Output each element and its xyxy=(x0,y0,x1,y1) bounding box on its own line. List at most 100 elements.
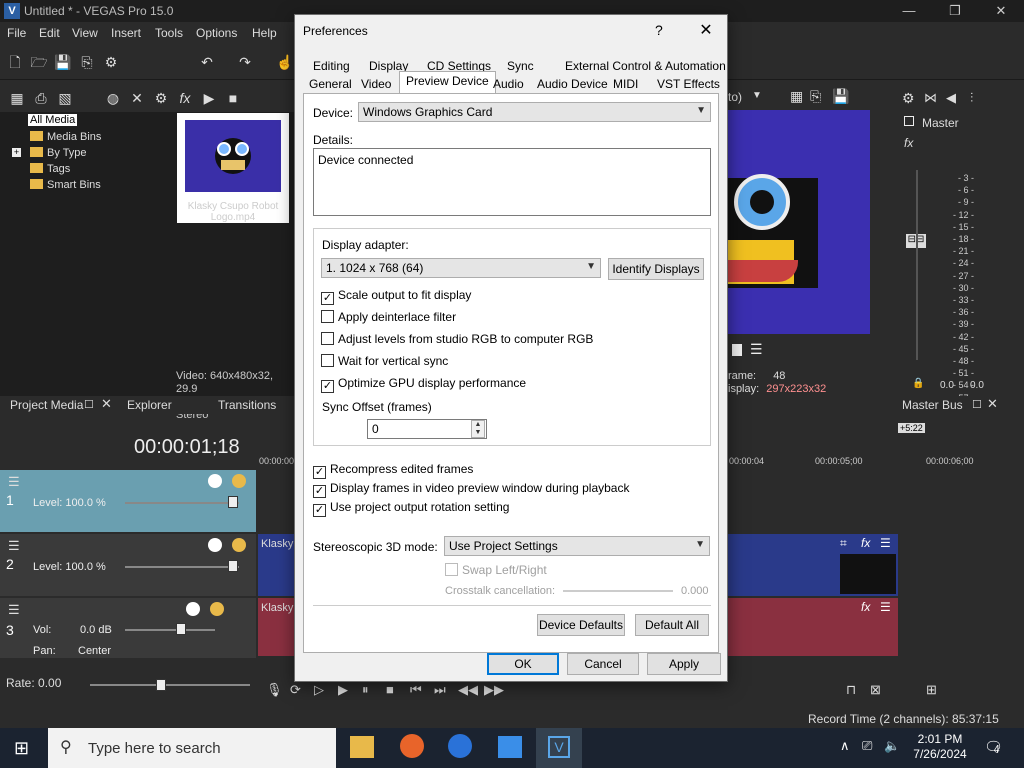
swap-left-right-checkbox[interactable]: Swap Left/Right xyxy=(445,563,547,577)
close-window-button[interactable]: ✕ xyxy=(978,0,1024,22)
default-all-button[interactable]: Default All xyxy=(635,614,709,636)
dialog-close-button[interactable]: ✕ xyxy=(695,20,717,40)
apply-button[interactable]: Apply xyxy=(647,653,721,675)
master-io-icon[interactable]: ⋈ xyxy=(924,90,937,106)
media-get-icon[interactable]: ▧ xyxy=(56,89,74,107)
recompress-checkbox[interactable]: ✓ Recompress edited frames xyxy=(313,462,473,479)
expand-icon[interactable]: + xyxy=(12,148,21,157)
network-icon[interactable]: ⎚ xyxy=(862,738,872,754)
volume-icon[interactable]: 🔈 xyxy=(884,738,900,754)
properties-gear-icon[interactable]: ⚙ xyxy=(102,53,120,71)
tree-item-tags[interactable]: Tags xyxy=(30,163,70,175)
stop-icon[interactable]: ■ xyxy=(386,682,394,697)
lock-icon[interactable]: 🔒 xyxy=(912,378,924,389)
save-snapshot-icon[interactable]: 💾 xyxy=(832,88,849,105)
play-from-start-icon[interactable]: ▷ xyxy=(314,682,324,698)
app-icon[interactable] xyxy=(498,736,522,758)
tab-master-bus[interactable]: Master Bus xyxy=(902,398,963,412)
mute-icon[interactable] xyxy=(208,474,222,488)
track-menu-icon[interactable]: ☰ xyxy=(8,474,20,490)
media-play-icon[interactable]: ▶ xyxy=(200,89,218,107)
stereo-mode-select[interactable]: Use Project Settings ▼ xyxy=(444,536,710,556)
tab-transitions[interactable]: Transitions xyxy=(218,398,276,412)
tab-vst-effects[interactable]: VST Effects xyxy=(651,75,726,93)
loop-icon[interactable]: ⟳ xyxy=(290,682,301,698)
media-import-icon[interactable]: ▦ xyxy=(8,89,26,107)
rotation-setting-checkbox[interactable]: ✓ Use project output rotation setting xyxy=(313,500,509,517)
touch-icon[interactable]: ☝ xyxy=(276,53,294,71)
mute-icon[interactable] xyxy=(208,538,222,552)
go-to-start-icon[interactable]: ⏮ xyxy=(410,682,422,698)
tree-item-by-type[interactable]: By Type xyxy=(30,147,87,159)
tab-preview-device[interactable]: Preview Device xyxy=(399,71,496,93)
track-menu-icon[interactable]: ☰ xyxy=(8,602,20,618)
identify-displays-button[interactable]: Identify Displays xyxy=(608,258,704,280)
undo-icon[interactable]: ↶ xyxy=(198,53,216,71)
menu-help[interactable]: Help xyxy=(252,26,277,40)
cancel-button[interactable]: Cancel xyxy=(567,653,639,675)
clip-fx-icon[interactable]: fx xyxy=(861,536,870,550)
master-volume-icon[interactable]: ◀ xyxy=(946,90,956,106)
media-capture-icon[interactable]: ⎙ xyxy=(32,89,50,107)
media-fx-gear-icon[interactable]: ⚙ xyxy=(152,89,170,107)
panel-undock-icon[interactable]: ☐ xyxy=(84,398,94,411)
scale-output-checkbox[interactable]: ✓ Scale output to fit display xyxy=(321,288,471,305)
audio-fx-icon[interactable]: fx xyxy=(861,600,870,614)
prev-frame-icon[interactable]: ◀◀ xyxy=(458,682,478,698)
tab-video[interactable]: Video xyxy=(355,75,397,93)
master-fx-icon[interactable]: fx xyxy=(904,136,913,150)
vol-slider-knob[interactable] xyxy=(176,623,186,635)
tab-editing[interactable]: Editing xyxy=(307,57,356,75)
tab-explorer[interactable]: Explorer xyxy=(127,398,172,412)
device-select[interactable]: Windows Graphics Card ▼ xyxy=(358,102,711,122)
tree-item-media-bins[interactable]: Media Bins xyxy=(30,131,101,143)
display-frames-checkbox[interactable]: ✓ Display frames in video preview window … xyxy=(313,481,629,498)
media-stop-icon[interactable]: ■ xyxy=(224,89,242,107)
firefox-icon[interactable] xyxy=(400,734,424,758)
optimize-gpu-checkbox[interactable]: ✓ Optimize GPU display performance xyxy=(321,376,526,393)
solo-icon[interactable] xyxy=(210,602,224,616)
master-close-icon[interactable]: ✕ xyxy=(987,396,998,412)
master-gear-icon[interactable]: ⚙ xyxy=(902,90,915,107)
audio-menu-icon[interactable]: ☰ xyxy=(880,600,891,614)
menu-tools[interactable]: Tools xyxy=(155,26,183,40)
tab-audio-device[interactable]: Audio Device xyxy=(531,75,614,93)
split-screen-icon[interactable] xyxy=(732,344,742,356)
save-icon[interactable]: 💾 xyxy=(54,53,72,71)
tab-audio[interactable]: Audio xyxy=(487,75,530,93)
panel-close-icon[interactable]: ✕ xyxy=(101,396,112,412)
menu-file[interactable]: File xyxy=(7,26,26,40)
help-button[interactable]: ? xyxy=(655,22,663,38)
menu-view[interactable]: View xyxy=(72,26,98,40)
deinterlace-checkbox[interactable]: Apply deinterlace filter xyxy=(321,310,456,324)
maximize-button[interactable]: ❐ xyxy=(932,0,978,22)
taskbar-search[interactable]: ⚲ Type here to search xyxy=(48,728,336,768)
media-globe-icon[interactable]: ◍ xyxy=(104,89,122,107)
go-to-end-icon[interactable]: ⏭ xyxy=(434,682,446,698)
chevron-down-icon[interactable]: ▼ xyxy=(752,90,762,101)
level-slider-knob[interactable] xyxy=(228,496,238,508)
new-file-icon[interactable]: 🗋 xyxy=(6,53,24,71)
tree-item-smart-bins[interactable]: Smart Bins xyxy=(30,179,101,191)
preview-menu-icon[interactable]: ☰ xyxy=(750,341,763,358)
preview-quality-label[interactable]: to) xyxy=(728,90,742,104)
menu-insert[interactable]: Insert xyxy=(111,26,141,40)
master-undock-icon[interactable]: ☐ xyxy=(972,398,982,411)
sync-offset-input[interactable]: 0 xyxy=(367,419,487,439)
level-slider-knob[interactable] xyxy=(228,560,238,572)
ok-button[interactable]: OK xyxy=(487,653,559,675)
solo-icon[interactable] xyxy=(232,474,246,488)
open-folder-icon[interactable]: 🗁 xyxy=(30,53,48,71)
track-header-2[interactable]: ☰ 2 Level: 100.0 % xyxy=(0,534,256,596)
vertical-sync-checkbox[interactable]: Wait for vertical sync xyxy=(321,354,448,368)
tab-general[interactable]: General xyxy=(303,75,358,93)
device-defaults-button[interactable]: Device Defaults xyxy=(537,614,625,636)
track-header-1[interactable]: ☰ 1 Level: 100.0 % xyxy=(0,470,256,532)
adjust-levels-checkbox[interactable]: Adjust levels from studio RGB to compute… xyxy=(321,332,593,346)
master-mixer-icon[interactable]: ⫶ xyxy=(970,90,973,106)
track-menu-icon[interactable]: ☰ xyxy=(8,538,20,554)
render-icon[interactable]: ⎘ xyxy=(78,53,96,71)
next-frame-icon[interactable]: ▶▶ xyxy=(484,682,504,698)
clip-crop-icon[interactable]: ⌗ xyxy=(840,536,847,551)
tab-project-media[interactable]: Project Media xyxy=(10,398,83,412)
